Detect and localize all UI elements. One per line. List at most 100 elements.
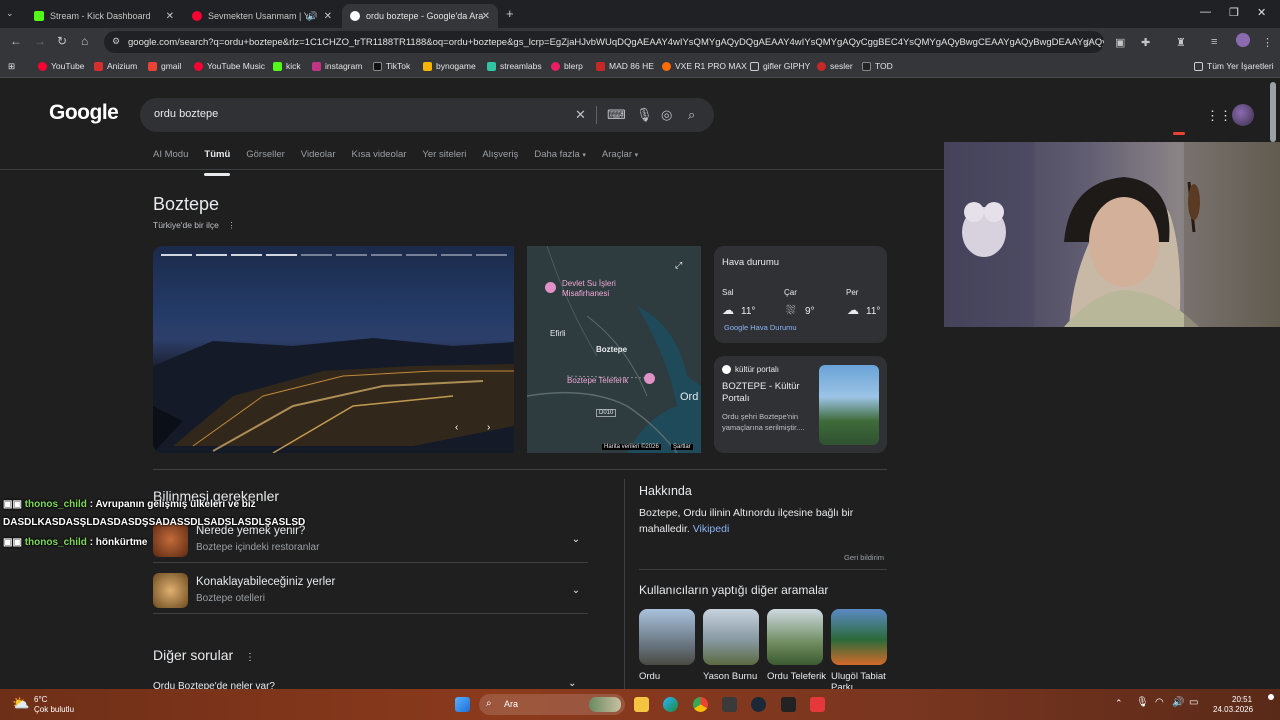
tab-search-icon[interactable]: ⌄ (6, 8, 14, 19)
taskbar-weather-desc[interactable]: Çok bulutlu (34, 705, 74, 714)
wifi-icon[interactable]: ◠ (1155, 697, 1164, 708)
related-thumb-ordu[interactable] (639, 609, 695, 665)
close-icon[interactable]: ✕ (166, 11, 174, 22)
more-options-icon[interactable]: ⋮ (245, 652, 255, 663)
extension-icon[interactable]: ▣ (1115, 36, 1125, 49)
store-icon[interactable] (722, 697, 737, 712)
pin-icon[interactable] (644, 373, 655, 384)
more-options-icon[interactable]: ⋮ (227, 220, 236, 230)
weather-cloud-icon[interactable]: ⛅ (12, 695, 29, 712)
all-bookmarks[interactable]: Tüm Yer İşaretleri (1194, 61, 1274, 71)
chevron-right-icon[interactable]: › (487, 422, 490, 433)
app-icon[interactable] (810, 697, 825, 712)
bookmark-anizium[interactable]: Anizium (94, 61, 137, 71)
kultur-portali-card[interactable]: kültür portalı BOZTEPE - Kültür Portalı … (714, 356, 887, 453)
chevron-left-icon[interactable]: ‹ (455, 422, 458, 433)
bookmark-tod[interactable]: TOD (862, 61, 893, 71)
chevron-up-icon[interactable]: ⌃ (1115, 698, 1123, 709)
feedback-link[interactable]: Geri bildirim (844, 553, 884, 562)
file-explorer-icon[interactable] (634, 697, 649, 712)
chevron-down-icon[interactable]: ⌄ (568, 678, 576, 689)
puzzle-icon[interactable]: ✚ (1141, 36, 1150, 49)
chevron-down-icon[interactable]: ⌄ (566, 581, 586, 601)
bookmark-tiktok[interactable]: TikTok (373, 61, 410, 71)
bookmark-mad86[interactable]: MAD 86 HE (596, 61, 654, 71)
related-thumb-ulugol[interactable] (831, 609, 887, 665)
filter-more[interactable]: Daha fazla ▾ (534, 149, 586, 169)
taskbar-date[interactable]: 24.03.2026 (1213, 705, 1253, 714)
reload-icon[interactable]: ↻ (57, 34, 67, 48)
related-label[interactable]: Ulugöl Tabiat Parkı (831, 671, 891, 689)
epic-games-icon[interactable] (781, 697, 796, 712)
windows-start-icon[interactable] (455, 697, 470, 712)
bookmark-blerp[interactable]: blerp (551, 61, 583, 71)
microphone-icon[interactable]: 🎙 (636, 107, 653, 123)
teleferik-thumbnail[interactable] (819, 365, 879, 445)
bookmark-bynogame[interactable]: bynogame (423, 61, 476, 71)
bookmark-gmail[interactable]: gmail (148, 61, 181, 71)
apps-grid-icon[interactable]: ⊞ (8, 61, 15, 72)
bookmark-youtube-music[interactable]: YouTube Music (194, 61, 265, 71)
taskbar-search[interactable]: ⌕ Ara (479, 694, 625, 715)
speaker-icon[interactable]: 🔊 (307, 11, 318, 22)
bookmark-sesler[interactable]: sesler (817, 61, 853, 71)
accordion-where-to-stay[interactable]: Konaklayabileceğiniz yerler Boztepe otel… (153, 566, 588, 614)
steam-icon[interactable] (751, 697, 766, 712)
page-scrollbar[interactable] (1270, 82, 1276, 142)
tab-kick-dashboard[interactable]: Stream - Kick Dashboard ✕ (26, 4, 182, 28)
related-thumb-teleferik[interactable] (767, 609, 823, 665)
close-icon[interactable]: ✕ (324, 11, 332, 22)
home-icon[interactable]: ⌂ (81, 34, 88, 48)
taskbar-time[interactable]: 20:51 (1232, 695, 1252, 704)
window-close-icon[interactable]: ✕ (1257, 6, 1266, 19)
address-bar[interactable]: ⚙ google.com/search?q=ordu+boztepe&rlz=1… (104, 31, 1104, 53)
bookmark-gifler[interactable]: gifler GIPHY (750, 61, 810, 71)
google-logo[interactable]: Google (49, 101, 119, 125)
tab-google-search[interactable]: ordu boztepe - Google'da Ara ✕ (342, 4, 498, 28)
search-box[interactable]: ordu boztepe ✕ ⌨ 🎙 ◎ ⌕ (140, 98, 714, 132)
new-tab-icon[interactable]: + (506, 6, 514, 21)
related-label[interactable]: Yason Burnu (703, 671, 763, 682)
microphone-icon[interactable]: 🎙 (1136, 697, 1149, 708)
tab-youtube[interactable]: Sevmekten Usanmam | You 🔊 ✕ (184, 4, 340, 28)
back-icon[interactable]: ← (10, 34, 22, 48)
kp-map[interactable]: Devlet Su İşleri Misafirhanesi Efirli Bo… (527, 246, 701, 453)
search-icon[interactable]: ⌕ (688, 107, 695, 123)
lens-icon[interactable]: ◎ (661, 107, 672, 123)
chrome-icon[interactable] (693, 697, 708, 712)
filter-ai-mode[interactable]: AI Modu (153, 149, 188, 169)
question-item[interactable]: Ordu Boztepe'de neler var? (153, 681, 275, 689)
menu-icon[interactable]: ⋮ (1262, 36, 1273, 49)
filter-videos[interactable]: Videolar (301, 149, 336, 169)
filter-tools[interactable]: Araçlar ▾ (602, 149, 638, 169)
bookmark-youtube[interactable]: YouTube (38, 61, 84, 71)
related-label[interactable]: Ordu (639, 671, 699, 682)
filter-short-videos[interactable]: Kısa videolar (351, 149, 406, 169)
wikipedia-link[interactable]: Vikipedi (693, 523, 730, 535)
filter-shopping[interactable]: Alışveriş (482, 149, 518, 169)
media-icon[interactable]: ♜ (1176, 36, 1186, 49)
bookmark-instagram[interactable]: instagram (312, 61, 362, 71)
maximize-icon[interactable]: ❐ (1229, 6, 1239, 19)
related-label[interactable]: Ordu Teleferik (767, 671, 827, 682)
minimize-icon[interactable]: — (1200, 6, 1211, 18)
filter-places[interactable]: Yer siteleri (422, 149, 466, 169)
pin-icon[interactable] (545, 282, 556, 293)
kp-photo-carousel[interactable]: ‹ › (153, 246, 514, 453)
profile-avatar[interactable] (1236, 33, 1250, 47)
notification-dot[interactable] (1268, 694, 1274, 700)
map-terms-link[interactable]: Şartlar (671, 444, 693, 450)
forward-icon[interactable]: → (34, 34, 46, 48)
weather-card[interactable]: Hava durumu Sal Çar Per ☁ 11° ⛆ 9° ☁ 11°… (714, 246, 887, 343)
tab-groups-icon[interactable]: ≡ (1211, 36, 1217, 48)
keyboard-icon[interactable]: ⌨ (607, 107, 626, 123)
card-title[interactable]: BOZTEPE - Kültür Portalı (722, 381, 812, 405)
site-info-icon[interactable]: ⚙ (112, 36, 120, 47)
edge-icon[interactable] (663, 697, 678, 712)
filter-images[interactable]: Görseller (246, 149, 285, 169)
battery-icon[interactable]: ▭ (1189, 697, 1198, 708)
google-apps-icon[interactable]: ⋮⋮ (1206, 108, 1232, 124)
account-avatar[interactable] (1232, 104, 1254, 126)
bookmark-star-icon[interactable]: ☆ (1083, 36, 1093, 49)
taskbar-temp[interactable]: 6°C (34, 695, 47, 704)
